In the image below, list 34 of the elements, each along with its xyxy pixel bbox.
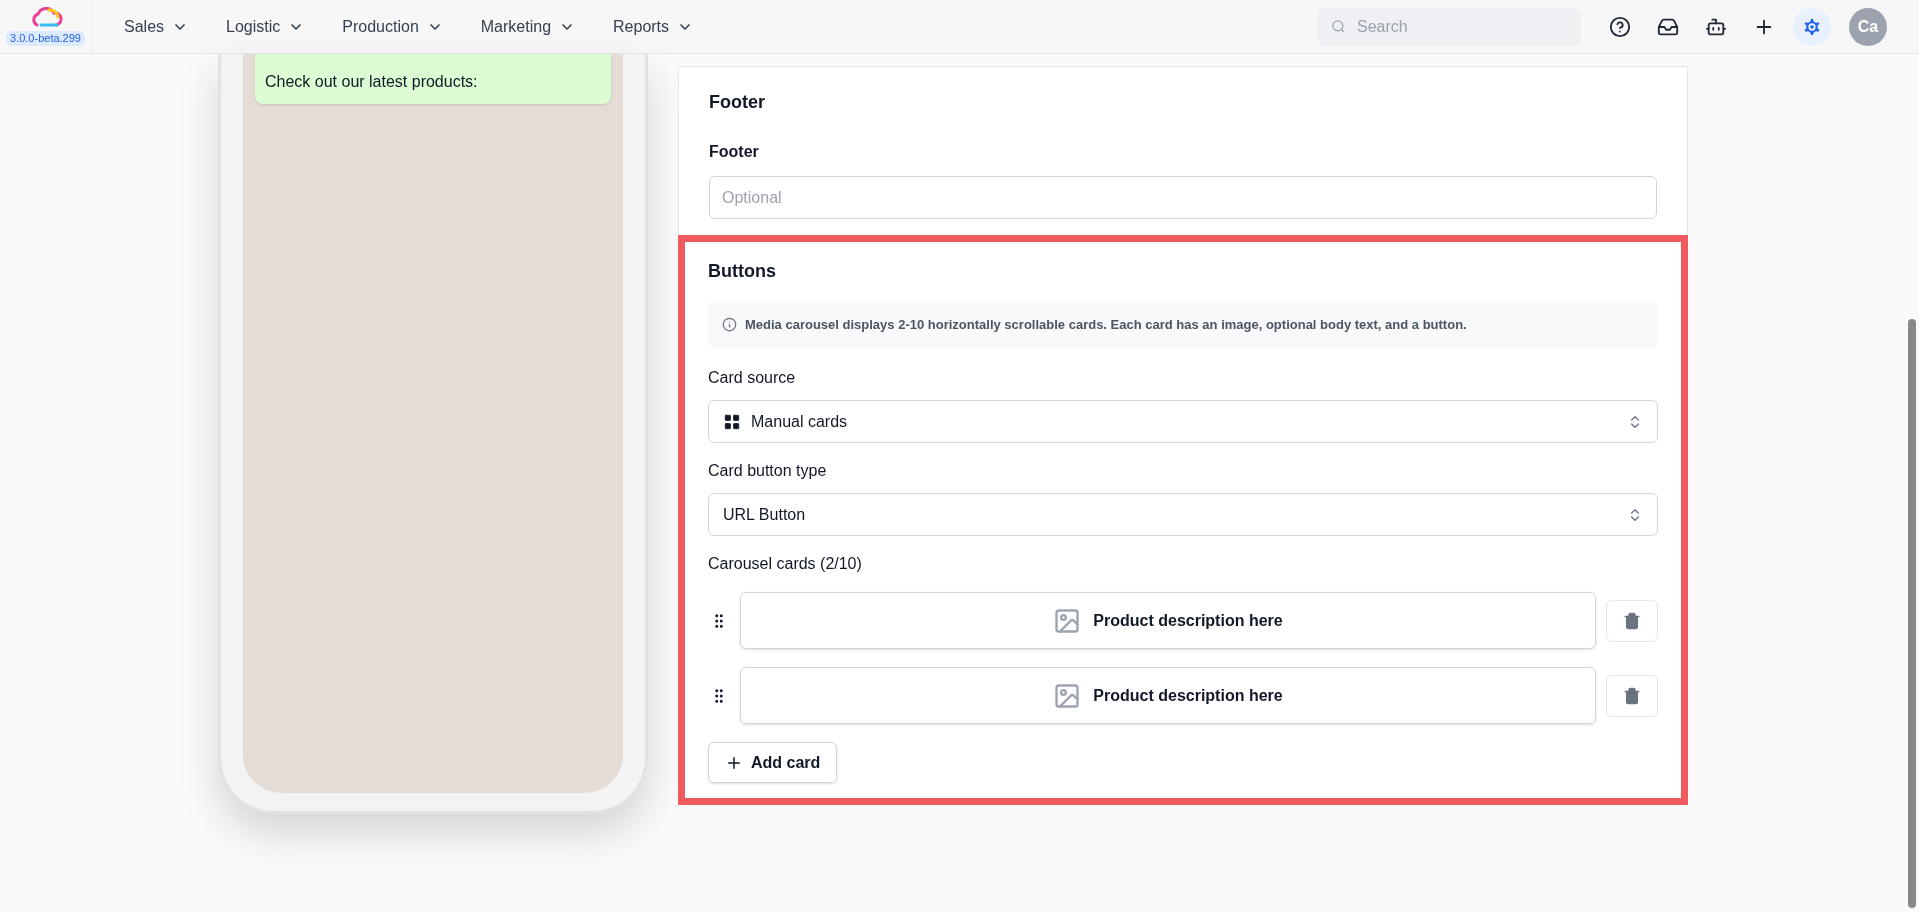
- footer-input[interactable]: Optional: [709, 176, 1657, 219]
- image-icon: [1053, 681, 1082, 710]
- field-label: Carousel cards (2/10): [708, 554, 863, 574]
- carousel-card[interactable]: Product description here: [740, 592, 1596, 649]
- info-text: Media carousel displays 2-10 horizontally scrollable cards. Each card has an image, optional body text, and a button.: [745, 315, 1467, 334]
- nav-menu[interactable]: Logistic: [226, 14, 305, 39]
- trash-icon: [1623, 686, 1641, 705]
- nav-menu[interactable]: Sales: [124, 14, 189, 39]
- field-label: Footer: [709, 142, 760, 162]
- grid-icon: [723, 412, 741, 431]
- section-title: Footer: [709, 91, 766, 114]
- search-field[interactable]: Search: [1317, 7, 1581, 46]
- section-title: Buttons: [708, 260, 777, 283]
- delete-button[interactable]: [1606, 599, 1658, 642]
- version-badge: 3.0.0-beta.299: [6, 31, 85, 46]
- help-button[interactable]: [1609, 15, 1631, 38]
- field-label: Card source: [708, 368, 797, 388]
- field-label: Card button type: [708, 461, 828, 481]
- info-icon: [722, 317, 737, 332]
- help-icon: [1609, 15, 1631, 38]
- delete-button[interactable]: [1606, 674, 1658, 717]
- select-field[interactable]: Manual cards: [708, 400, 1658, 443]
- carousel-card[interactable]: Product description here: [740, 667, 1596, 724]
- nav-menu[interactable]: Reports: [613, 14, 694, 39]
- trash-icon: [1623, 611, 1641, 630]
- settings-icon: [1801, 15, 1823, 38]
- settings-button[interactable]: [1793, 7, 1831, 46]
- select-field[interactable]: URL Button: [708, 493, 1658, 536]
- image-icon: [1053, 606, 1082, 635]
- search-icon: [1331, 18, 1346, 34]
- nav-menu[interactable]: Marketing: [480, 14, 576, 39]
- message-text: Check out our latest products:: [265, 73, 478, 90]
- add-card-button[interactable]: Add card: [708, 742, 838, 783]
- nav-menu[interactable]: Production: [342, 14, 443, 39]
